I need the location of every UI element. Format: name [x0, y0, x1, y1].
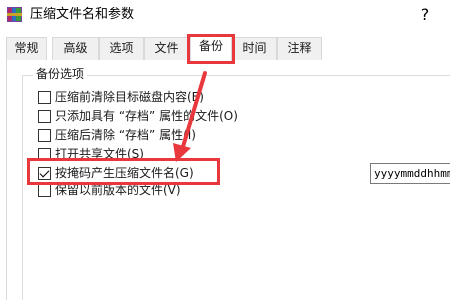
title-bar: 压缩文件名和参数 ? — [0, 0, 450, 31]
tab-backup[interactable]: 备份 — [190, 35, 232, 61]
backup-options-legend: 备份选项 — [33, 67, 88, 82]
help-button[interactable]: ? — [413, 3, 437, 27]
archive-attribute-only-checkbox[interactable] — [38, 109, 51, 123]
option-label: 按掩码产生压缩文件名(G) — [55, 166, 194, 180]
option-keep-previous-versions[interactable]: 保留以前版本的文件(V) — [38, 182, 181, 198]
clear-archive-attribute-checkbox[interactable] — [38, 128, 51, 142]
option-open-shared-files[interactable]: 打开共享文件(S) — [38, 146, 144, 162]
tab-general[interactable]: 常规 — [6, 37, 47, 60]
keep-previous-versions-checkbox[interactable] — [38, 183, 51, 197]
option-label: 压缩前清除目标磁盘内容(E) — [55, 90, 204, 104]
tab-files[interactable]: 文件 — [144, 37, 189, 60]
erase-destination-checkbox[interactable] — [38, 90, 51, 104]
tab-options[interactable]: 选项 — [99, 37, 144, 60]
option-label: 只添加具有 “存档” 属性的文件(O) — [55, 109, 238, 123]
generate-name-by-mask-checkbox[interactable] — [38, 166, 51, 180]
option-label: 打开共享文件(S) — [55, 147, 144, 161]
option-generate-name-by-mask[interactable]: 按掩码产生压缩文件名(G) — [38, 165, 194, 181]
window-title: 压缩文件名和参数 — [30, 7, 135, 22]
option-clear-archive-attribute[interactable]: 压缩后清除 “存档” 属性(I) — [38, 127, 196, 143]
tab-time[interactable]: 时间 — [232, 37, 277, 60]
tab-advanced[interactable]: 高级 — [52, 37, 99, 60]
option-label: 保留以前版本的文件(V) — [55, 183, 181, 197]
tab-strip: 常规 高级 选项 文件 备份 时间 注释 — [6, 35, 450, 61]
open-shared-files-checkbox[interactable] — [38, 147, 51, 161]
option-erase-destination[interactable]: 压缩前清除目标磁盘内容(E) — [38, 89, 204, 105]
name-mask-input[interactable] — [370, 163, 450, 184]
winrar-books-icon — [7, 7, 22, 22]
tab-comment[interactable]: 注释 — [277, 37, 322, 60]
option-label: 压缩后清除 “存档” 属性(I) — [55, 128, 196, 142]
option-archive-attribute-only[interactable]: 只添加具有 “存档” 属性的文件(O) — [38, 108, 238, 124]
